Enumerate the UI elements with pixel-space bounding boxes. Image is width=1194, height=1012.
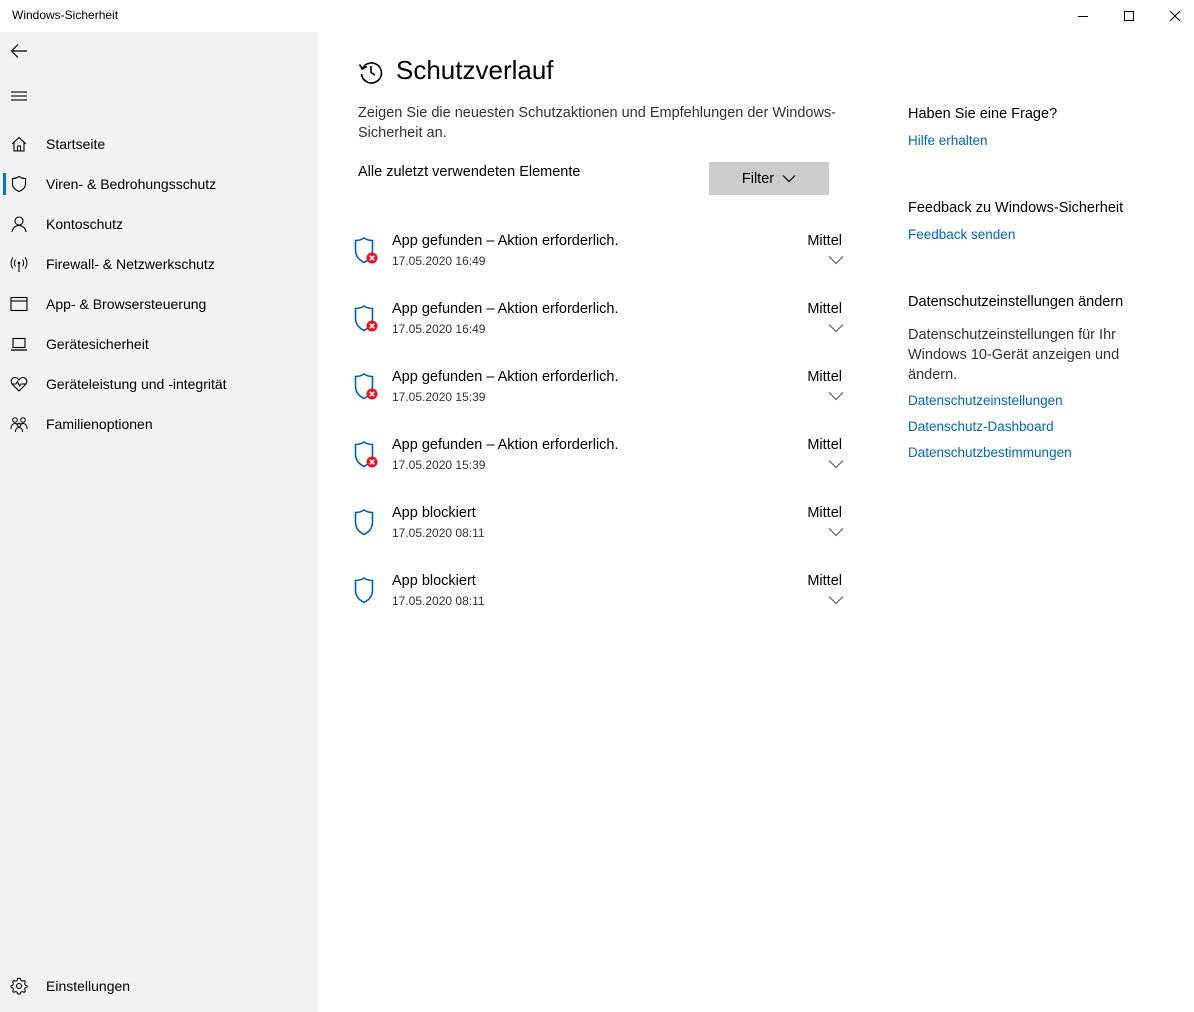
window-title: Windows-Sicherheit bbox=[12, 8, 119, 22]
question-heading: Haben Sie eine Frage? bbox=[908, 106, 1058, 122]
back-arrow-icon bbox=[10, 44, 27, 58]
entry-severity: Mittel bbox=[807, 301, 842, 317]
chevron-down-icon[interactable] bbox=[828, 391, 844, 401]
entry-severity: Mittel bbox=[807, 233, 842, 249]
shield-icon bbox=[354, 577, 374, 604]
entry-title: App gefunden – Aktion erforderlich. bbox=[392, 233, 619, 249]
back-button[interactable] bbox=[10, 42, 28, 60]
antenna-icon bbox=[10, 257, 28, 272]
sidebar-item-virenschutz[interactable]: Viren- & Bedrohungsschutz bbox=[0, 164, 318, 204]
person-icon bbox=[11, 216, 27, 233]
history-entry[interactable]: App blockiert 17.05.2020 08:11 Mittel bbox=[352, 573, 852, 633]
history-entry[interactable]: App gefunden – Aktion erforderlich. 17.0… bbox=[352, 437, 852, 497]
title-bar: Windows-Sicherheit bbox=[0, 0, 1194, 32]
chevron-down-icon[interactable] bbox=[828, 323, 844, 333]
laptop-icon bbox=[11, 337, 27, 351]
hamburger-icon bbox=[11, 91, 27, 101]
entry-date: 17.05.2020 16:49 bbox=[392, 322, 486, 336]
browser-window-icon bbox=[10, 296, 28, 312]
help-link[interactable]: Hilfe erhalten bbox=[908, 133, 988, 148]
filter-label: Filter bbox=[741, 170, 775, 187]
sidebar-item-startseite[interactable]: Startseite bbox=[0, 124, 318, 164]
active-indicator bbox=[3, 173, 6, 195]
page-title: Schutzverlauf bbox=[396, 55, 554, 85]
history-entry[interactable]: App gefunden – Aktion erforderlich. 17.0… bbox=[352, 233, 852, 293]
entry-severity: Mittel bbox=[807, 369, 842, 385]
entry-title: App gefunden – Aktion erforderlich. bbox=[392, 369, 619, 385]
shield-warning-icon bbox=[354, 373, 378, 400]
minimize-button[interactable] bbox=[1060, 0, 1106, 32]
maximize-icon bbox=[1124, 11, 1134, 21]
entry-title: App blockiert bbox=[392, 505, 476, 521]
shield-warning-icon bbox=[354, 441, 378, 468]
shield-icon bbox=[354, 509, 374, 536]
sidebar-item-label: App- & Browsersteuerung bbox=[46, 296, 207, 312]
privacy-description: Datenschutzeinstellungen für Ihr Windows… bbox=[908, 327, 1120, 383]
sidebar-item-label: Gerätesicherheit bbox=[46, 336, 149, 352]
history-entry[interactable]: App blockiert 17.05.2020 08:11 Mittel bbox=[352, 505, 852, 565]
entry-severity: Mittel bbox=[807, 573, 842, 589]
entry-severity: Mittel bbox=[807, 505, 842, 521]
entry-date: 17.05.2020 08:11 bbox=[392, 526, 485, 540]
privacy-settings-link[interactable]: Datenschutzeinstellungen bbox=[908, 393, 1063, 408]
entry-date: 17.05.2020 16:49 bbox=[392, 254, 486, 268]
chevron-down-icon[interactable] bbox=[828, 527, 844, 537]
entry-date: 17.05.2020 15:39 bbox=[392, 390, 486, 404]
sidebar-item-label: Familienoptionen bbox=[46, 416, 153, 432]
maximize-button[interactable] bbox=[1106, 0, 1152, 32]
chevron-down-icon[interactable] bbox=[828, 459, 844, 469]
chevron-down-icon[interactable] bbox=[828, 595, 844, 605]
chevron-down-icon bbox=[782, 175, 796, 183]
entry-date: 17.05.2020 08:11 bbox=[392, 594, 485, 608]
filter-button[interactable]: Filter bbox=[709, 162, 829, 195]
minimize-icon bbox=[1078, 16, 1088, 17]
close-icon bbox=[1169, 10, 1181, 22]
sidebar-item-kontoschutz[interactable]: Kontoschutz bbox=[0, 204, 318, 244]
entry-title: App gefunden – Aktion erforderlich. bbox=[392, 301, 619, 317]
feedback-heading: Feedback zu Windows-Sicherheit bbox=[908, 200, 1124, 216]
sidebar-item-label: Einstellungen bbox=[46, 978, 131, 994]
home-icon bbox=[11, 136, 27, 152]
privacy-dashboard-link[interactable]: Datenschutz-Dashboard bbox=[908, 419, 1054, 434]
sidebar-item-label: Geräteleistung und -integrität bbox=[46, 376, 227, 392]
sidebar-item-label: Kontoschutz bbox=[46, 216, 124, 232]
shield-warning-icon bbox=[354, 305, 378, 332]
history-entry[interactable]: App gefunden – Aktion erforderlich. 17.0… bbox=[352, 301, 852, 361]
entry-title: App blockiert bbox=[392, 573, 476, 589]
sidebar-item-geraetesicherheit[interactable]: Gerätesicherheit bbox=[0, 324, 318, 364]
sidebar-item-label: Viren- & Bedrohungsschutz bbox=[46, 176, 217, 192]
close-button[interactable] bbox=[1152, 0, 1194, 32]
sidebar-item-geraeteleistung[interactable]: Geräteleistung und -integrität bbox=[0, 364, 318, 404]
entry-date: 17.05.2020 15:39 bbox=[392, 458, 486, 472]
shield-icon bbox=[11, 175, 27, 193]
entry-title: App gefunden – Aktion erforderlich. bbox=[392, 437, 619, 453]
sidebar-item-einstellungen[interactable]: Einstellungen bbox=[0, 966, 318, 1006]
family-icon bbox=[10, 417, 28, 433]
history-entry[interactable]: App gefunden – Aktion erforderlich. 17.0… bbox=[352, 369, 852, 429]
main-content: Schutzverlauf Zeigen Sie die neuesten Sc… bbox=[318, 32, 1194, 1012]
sidebar-item-label: Startseite bbox=[46, 136, 106, 152]
sidebar-item-app-browser[interactable]: App- & Browsersteuerung bbox=[0, 284, 318, 324]
sidebar-item-familienoptionen[interactable]: Familienoptionen bbox=[0, 404, 318, 444]
sidebar: Startseite Viren- & Bedrohungsschutz Kon… bbox=[0, 32, 318, 1012]
privacy-statement-link[interactable]: Datenschutzbestimmungen bbox=[908, 445, 1072, 460]
list-heading: Alle zuletzt verwendeten Elemente bbox=[358, 164, 581, 180]
shield-warning-icon bbox=[354, 237, 378, 264]
menu-button[interactable] bbox=[10, 87, 28, 105]
chevron-down-icon[interactable] bbox=[828, 255, 844, 265]
entry-severity: Mittel bbox=[807, 437, 842, 453]
sidebar-item-label: Firewall- & Netzwerkschutz bbox=[46, 256, 215, 272]
heart-pulse-icon bbox=[10, 377, 28, 392]
sidebar-item-firewall[interactable]: Firewall- & Netzwerkschutz bbox=[0, 244, 318, 284]
page-description: Zeigen Sie die neuesten Schutzaktionen u… bbox=[358, 105, 836, 141]
feedback-link[interactable]: Feedback senden bbox=[908, 227, 1015, 242]
privacy-heading: Datenschutzeinstellungen ändern bbox=[908, 294, 1124, 310]
gear-icon bbox=[10, 977, 28, 995]
history-icon bbox=[358, 62, 383, 84]
